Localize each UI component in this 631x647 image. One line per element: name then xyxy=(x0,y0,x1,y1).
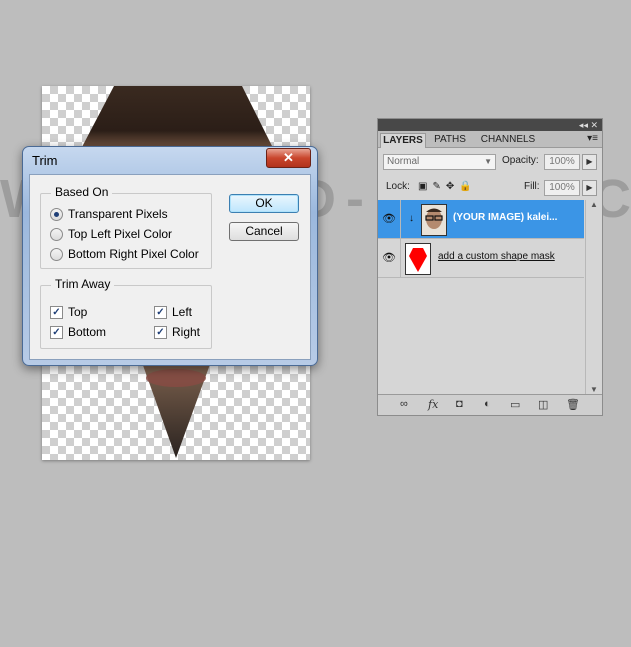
panel-titlebar: ◂◂ ✕ xyxy=(378,119,602,131)
clip-arrow-icon: ↓ xyxy=(409,213,414,224)
dialog-title: Trim xyxy=(32,153,58,168)
based-on-group: Based On Transparent Pixels Top Left Pix… xyxy=(40,185,212,269)
layers-panel: ◂◂ ✕ LAYERS PATHS CHANNELS ▾≡ Normal ▼ O… xyxy=(377,118,603,416)
layer-name: add a custom shape mask xyxy=(438,251,555,262)
trim-dialog: Trim ✕ Based On Transparent Pixels Top L… xyxy=(22,146,318,366)
trim-away-group: Trim Away ✓ Top ✓ Bottom ✓ Left ✓ Right xyxy=(40,277,212,349)
layer-row-image[interactable]: 👁 ↓ (YOUR IMAGE) kalei... xyxy=(378,200,584,239)
close-button[interactable]: ✕ xyxy=(266,148,311,168)
radio-selected-icon xyxy=(50,207,63,221)
panel-tabs: LAYERS PATHS CHANNELS ▾≡ xyxy=(378,131,602,148)
blend-mode-select[interactable]: Normal ▼ xyxy=(383,154,496,170)
radio-icon xyxy=(50,247,63,261)
layer-row-shape-mask[interactable]: 👁 add a custom shape mask xyxy=(378,239,584,278)
fill-arrow-button[interactable]: ▶ xyxy=(582,180,597,196)
trim-away-legend: Trim Away xyxy=(51,277,115,291)
tab-paths[interactable]: PATHS xyxy=(428,133,472,147)
checkbox-left[interactable]: ✓ Left xyxy=(154,305,192,319)
checkbox-bottom[interactable]: ✓ Bottom xyxy=(50,325,106,339)
tab-channels[interactable]: CHANNELS xyxy=(476,133,540,147)
opacity-arrow-button[interactable]: ▶ xyxy=(582,154,597,170)
opacity-label: Opacity: xyxy=(502,155,539,166)
scrollbar[interactable]: ▲ ▼ xyxy=(585,200,602,394)
checkbox-label: Bottom xyxy=(68,325,107,339)
blend-mode-value: Normal xyxy=(387,156,420,167)
layer-thumbnail xyxy=(405,243,431,275)
eye-icon[interactable]: 👁 xyxy=(378,200,401,238)
scroll-up-icon[interactable]: ▲ xyxy=(590,200,598,209)
checkbox-label: Top xyxy=(68,305,88,319)
based-on-legend: Based On xyxy=(51,185,113,199)
fill-input[interactable]: 100% xyxy=(544,180,580,196)
trash-icon[interactable]: 🗑 xyxy=(566,398,580,411)
folder-icon[interactable]: ▭ xyxy=(510,398,520,411)
scroll-down-icon[interactable]: ▼ xyxy=(590,385,598,394)
lock-icons[interactable]: ▣✎✥🔒 xyxy=(418,180,477,194)
adjustment-icon[interactable]: ◐ xyxy=(484,398,491,410)
checkbox-label: Left xyxy=(172,305,193,319)
checkbox-right[interactable]: ✓ Right xyxy=(154,325,200,339)
fill-label: Fill: xyxy=(524,181,540,192)
mask-icon[interactable]: ◘ xyxy=(456,398,463,410)
checkmark-icon: ✓ xyxy=(50,325,63,339)
checkbox-top[interactable]: ✓ Top xyxy=(50,305,87,319)
checkmark-icon: ✓ xyxy=(154,325,167,339)
radio-label: Transparent Pixels xyxy=(68,207,168,221)
chevron-down-icon: ▼ xyxy=(484,157,492,166)
layer-thumbnail xyxy=(421,204,447,236)
radio-label: Top Left Pixel Color xyxy=(68,227,173,241)
lock-label: Lock: xyxy=(386,181,410,192)
fx-icon[interactable]: fx xyxy=(428,398,438,411)
layer-name: (YOUR IMAGE) kalei... xyxy=(453,212,558,223)
radio-icon xyxy=(50,227,63,241)
new-layer-icon[interactable]: ◫ xyxy=(538,398,548,411)
close-icon: ✕ xyxy=(283,150,294,165)
link-icon[interactable]: ∞ xyxy=(400,398,408,410)
opacity-input[interactable]: 100% xyxy=(544,154,580,170)
collapse-icon[interactable]: ◂◂ ✕ xyxy=(579,119,598,131)
radio-transparent-pixels[interactable]: Transparent Pixels xyxy=(50,207,168,221)
checkmark-icon: ✓ xyxy=(154,305,167,319)
panel-footer: ∞ fx ◘ ◐ ▭ ◫ 🗑 xyxy=(378,394,602,415)
eye-icon[interactable]: 👁 xyxy=(378,239,401,277)
radio-bottom-right-pixel-color[interactable]: Bottom Right Pixel Color xyxy=(50,247,199,261)
dialog-body: Based On Transparent Pixels Top Left Pix… xyxy=(29,174,311,360)
checkmark-icon: ✓ xyxy=(50,305,63,319)
tab-layers[interactable]: LAYERS xyxy=(380,133,426,148)
radio-label: Bottom Right Pixel Color xyxy=(68,247,199,261)
checkbox-label: Right xyxy=(172,325,201,339)
ok-button[interactable]: OK xyxy=(229,194,299,213)
cancel-button[interactable]: Cancel xyxy=(229,222,299,241)
panel-menu-icon[interactable]: ▾≡ xyxy=(587,133,598,144)
radio-top-left-pixel-color[interactable]: Top Left Pixel Color xyxy=(50,227,172,241)
